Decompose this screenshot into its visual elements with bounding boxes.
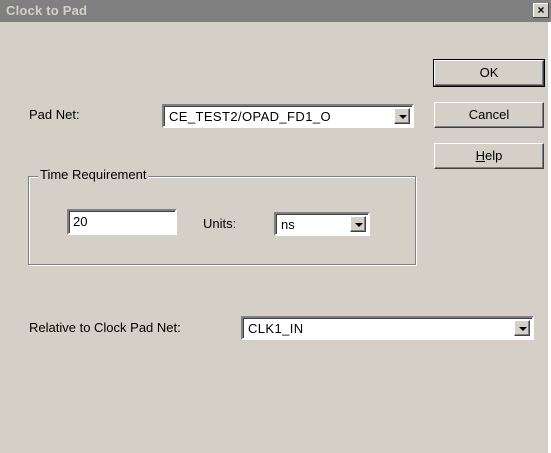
- time-value-input[interactable]: 20: [67, 209, 177, 235]
- pad-net-dropdown[interactable]: CE_TEST2/OPAD_FD1_O: [162, 104, 414, 128]
- ok-button[interactable]: OK: [433, 59, 545, 87]
- units-dropdown[interactable]: ns: [274, 212, 370, 236]
- help-mnemonic: H: [475, 148, 486, 163]
- relative-clock-label: Relative to Clock Pad Net:: [29, 320, 181, 335]
- clock-to-pad-dialog: Clock to Pad × OK Cancel Help Pad Net: C…: [0, 0, 551, 453]
- title-bar: Clock to Pad ×: [0, 0, 551, 22]
- dialog-title: Clock to Pad: [6, 3, 88, 18]
- units-label: Units:: [203, 216, 237, 231]
- units-dropdown-button[interactable]: [350, 216, 366, 232]
- pad-net-dropdown-button[interactable]: [394, 108, 410, 124]
- help-label-rest: elp: [485, 148, 503, 163]
- chevron-down-icon: [399, 115, 407, 119]
- close-button[interactable]: ×: [533, 3, 549, 18]
- help-button[interactable]: Help: [434, 143, 544, 169]
- pad-net-value: CE_TEST2/OPAD_FD1_O: [169, 109, 331, 124]
- cancel-button[interactable]: Cancel: [434, 102, 544, 128]
- relative-clock-value: CLK1_IN: [248, 321, 304, 336]
- relative-clock-dropdown-button[interactable]: [514, 320, 530, 336]
- pad-net-label: Pad Net:: [29, 107, 80, 122]
- chevron-down-icon: [355, 223, 363, 227]
- time-value-text: 20: [73, 214, 88, 229]
- relative-clock-dropdown[interactable]: CLK1_IN: [241, 316, 534, 340]
- close-icon: ×: [537, 3, 545, 17]
- units-value: ns: [281, 217, 295, 232]
- time-requirement-label: Time Requirement: [38, 167, 149, 182]
- chevron-down-icon: [519, 327, 527, 331]
